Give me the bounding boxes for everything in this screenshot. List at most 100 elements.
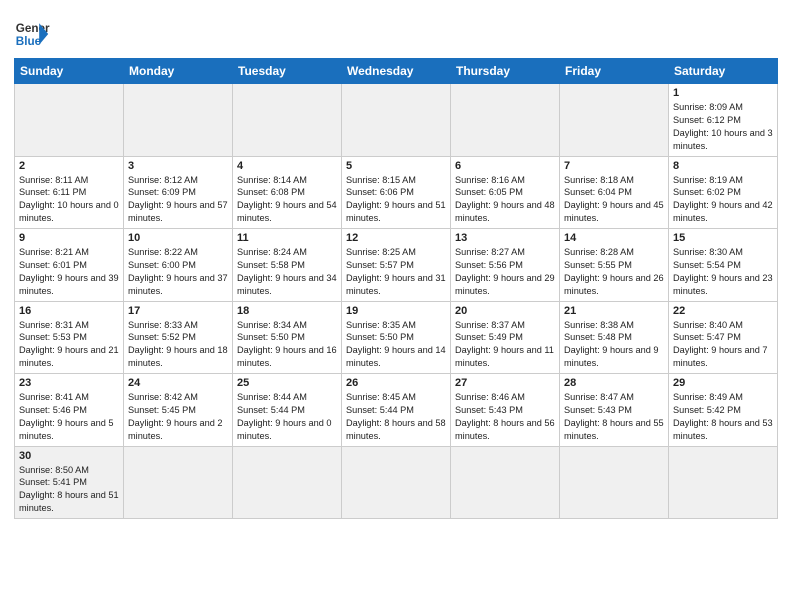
calendar-week-row: 16Sunrise: 8:31 AM Sunset: 5:53 PM Dayli… (15, 301, 778, 374)
day-info: Sunrise: 8:34 AM Sunset: 5:50 PM Dayligh… (237, 319, 337, 371)
day-number: 15 (673, 232, 773, 244)
calendar-cell: 7 Sunrise: 8:18 AM Sunset: 6:04 PM Daylig… (560, 156, 669, 229)
logo-icon: General Blue (14, 16, 50, 52)
calendar-cell: 22 Sunrise: 8:40 AM Sunset: 5:47 PM Dayli… (669, 301, 778, 374)
day-number: 8 (673, 160, 773, 172)
day-number: 3 (128, 160, 228, 172)
calendar-cell: 19 Sunrise: 8:35 AM Sunset: 5:50 PM Dayli… (342, 301, 451, 374)
calendar-header-wednesday: Wednesday (342, 59, 451, 84)
day-info: Sunrise: 8:42 AM Sunset: 5:45 PM Dayligh… (128, 391, 228, 443)
day-info: Sunrise: 8:11 AM Sunset: 6:11 PM Dayligh… (19, 174, 119, 226)
day-info: Sunrise: 8:40 AM Sunset: 5:47 PM Dayligh… (673, 319, 773, 371)
calendar-cell: 18 Sunrise: 8:34 AM Sunset: 5:50 PM Dayli… (233, 301, 342, 374)
calendar-cell (669, 446, 778, 519)
calendar-cell (560, 446, 669, 519)
calendar-cell (15, 84, 124, 157)
day-number: 23 (19, 377, 119, 389)
day-info: Sunrise: 8:33 AM Sunset: 5:52 PM Dayligh… (128, 319, 228, 371)
day-info: Sunrise: 8:46 AM Sunset: 5:43 PM Dayligh… (455, 391, 555, 443)
day-number: 10 (128, 232, 228, 244)
calendar-header-tuesday: Tuesday (233, 59, 342, 84)
day-number: 6 (455, 160, 555, 172)
day-info: Sunrise: 8:31 AM Sunset: 5:53 PM Dayligh… (19, 319, 119, 371)
day-number: 29 (673, 377, 773, 389)
day-number: 20 (455, 305, 555, 317)
day-info: Sunrise: 8:15 AM Sunset: 6:06 PM Dayligh… (346, 174, 446, 226)
calendar-cell: 30Sunrise: 8:50 AM Sunset: 5:41 PM Dayli… (15, 446, 124, 519)
day-number: 19 (346, 305, 446, 317)
day-info: Sunrise: 8:25 AM Sunset: 5:57 PM Dayligh… (346, 246, 446, 298)
day-info: Sunrise: 8:35 AM Sunset: 5:50 PM Dayligh… (346, 319, 446, 371)
calendar-cell: 26Sunrise: 8:45 AM Sunset: 5:44 PM Dayli… (342, 374, 451, 447)
calendar-cell: 25 Sunrise: 8:44 AM Sunset: 5:44 PM Dayli… (233, 374, 342, 447)
calendar-cell: 3 Sunrise: 8:12 AM Sunset: 6:09 PM Daylig… (124, 156, 233, 229)
day-number: 27 (455, 377, 555, 389)
calendar-cell (124, 446, 233, 519)
day-info: Sunrise: 8:47 AM Sunset: 5:43 PM Dayligh… (564, 391, 664, 443)
calendar-cell: 11Sunrise: 8:24 AM Sunset: 5:58 PM Dayli… (233, 229, 342, 302)
calendar-cell: 28Sunrise: 8:47 AM Sunset: 5:43 PM Dayli… (560, 374, 669, 447)
calendar-cell: 13Sunrise: 8:27 AM Sunset: 5:56 PM Dayli… (451, 229, 560, 302)
calendar-cell (233, 84, 342, 157)
day-info: Sunrise: 8:18 AM Sunset: 6:04 PM Dayligh… (564, 174, 664, 226)
calendar-week-row: 2 Sunrise: 8:11 AM Sunset: 6:11 PM Daylig… (15, 156, 778, 229)
day-info: Sunrise: 8:21 AM Sunset: 6:01 PM Dayligh… (19, 246, 119, 298)
page: General Blue SundayMondayTuesdayWednesda… (0, 0, 792, 612)
day-number: 9 (19, 232, 119, 244)
day-info: Sunrise: 8:24 AM Sunset: 5:58 PM Dayligh… (237, 246, 337, 298)
calendar-cell: 24 Sunrise: 8:42 AM Sunset: 5:45 PM Dayli… (124, 374, 233, 447)
day-number: 30 (19, 450, 119, 462)
day-info: Sunrise: 8:09 AM Sunset: 6:12 PM Dayligh… (673, 101, 773, 153)
calendar-cell: 8Sunrise: 8:19 AM Sunset: 6:02 PM Daylig… (669, 156, 778, 229)
day-number: 12 (346, 232, 446, 244)
day-number: 5 (346, 160, 446, 172)
day-number: 17 (128, 305, 228, 317)
day-info: Sunrise: 8:14 AM Sunset: 6:08 PM Dayligh… (237, 174, 337, 226)
calendar-cell (233, 446, 342, 519)
day-number: 4 (237, 160, 337, 172)
calendar-cell (560, 84, 669, 157)
day-number: 14 (564, 232, 664, 244)
calendar-table: SundayMondayTuesdayWednesdayThursdayFrid… (14, 58, 778, 519)
day-number: 18 (237, 305, 337, 317)
day-number: 25 (237, 377, 337, 389)
day-info: Sunrise: 8:38 AM Sunset: 5:48 PM Dayligh… (564, 319, 664, 371)
day-info: Sunrise: 8:12 AM Sunset: 6:09 PM Dayligh… (128, 174, 228, 226)
calendar-cell (124, 84, 233, 157)
day-info: Sunrise: 8:22 AM Sunset: 6:00 PM Dayligh… (128, 246, 228, 298)
day-number: 22 (673, 305, 773, 317)
calendar-week-row: 1 Sunrise: 8:09 AM Sunset: 6:12 PM Daylig… (15, 84, 778, 157)
calendar-cell: 16Sunrise: 8:31 AM Sunset: 5:53 PM Dayli… (15, 301, 124, 374)
calendar-cell: 27 Sunrise: 8:46 AM Sunset: 5:43 PM Dayli… (451, 374, 560, 447)
header: General Blue (14, 10, 778, 52)
day-number: 1 (673, 87, 773, 99)
calendar-cell (342, 446, 451, 519)
calendar-cell: 29Sunrise: 8:49 AM Sunset: 5:42 PM Dayli… (669, 374, 778, 447)
calendar-week-row: 9 Sunrise: 8:21 AM Sunset: 6:01 PM Daylig… (15, 229, 778, 302)
day-number: 24 (128, 377, 228, 389)
svg-text:Blue: Blue (16, 35, 42, 48)
calendar-cell: 21 Sunrise: 8:38 AM Sunset: 5:48 PM Dayli… (560, 301, 669, 374)
day-info: Sunrise: 8:30 AM Sunset: 5:54 PM Dayligh… (673, 246, 773, 298)
calendar-header-thursday: Thursday (451, 59, 560, 84)
calendar-cell: 1 Sunrise: 8:09 AM Sunset: 6:12 PM Daylig… (669, 84, 778, 157)
day-info: Sunrise: 8:27 AM Sunset: 5:56 PM Dayligh… (455, 246, 555, 298)
calendar-week-row: 23 Sunrise: 8:41 AM Sunset: 5:46 PM Dayli… (15, 374, 778, 447)
calendar-header-saturday: Saturday (669, 59, 778, 84)
calendar-cell: 23 Sunrise: 8:41 AM Sunset: 5:46 PM Dayli… (15, 374, 124, 447)
calendar-header-sunday: Sunday (15, 59, 124, 84)
calendar-cell: 5 Sunrise: 8:15 AM Sunset: 6:06 PM Daylig… (342, 156, 451, 229)
day-info: Sunrise: 8:16 AM Sunset: 6:05 PM Dayligh… (455, 174, 555, 226)
calendar-cell (451, 84, 560, 157)
calendar-cell: 9 Sunrise: 8:21 AM Sunset: 6:01 PM Daylig… (15, 229, 124, 302)
day-number: 7 (564, 160, 664, 172)
day-info: Sunrise: 8:41 AM Sunset: 5:46 PM Dayligh… (19, 391, 119, 443)
day-info: Sunrise: 8:37 AM Sunset: 5:49 PM Dayligh… (455, 319, 555, 371)
day-number: 2 (19, 160, 119, 172)
day-number: 21 (564, 305, 664, 317)
calendar-cell: 14Sunrise: 8:28 AM Sunset: 5:55 PM Dayli… (560, 229, 669, 302)
calendar-cell: 10 Sunrise: 8:22 AM Sunset: 6:00 PM Dayli… (124, 229, 233, 302)
calendar-cell: 15 Sunrise: 8:30 AM Sunset: 5:54 PM Dayli… (669, 229, 778, 302)
day-info: Sunrise: 8:44 AM Sunset: 5:44 PM Dayligh… (237, 391, 337, 443)
day-number: 26 (346, 377, 446, 389)
